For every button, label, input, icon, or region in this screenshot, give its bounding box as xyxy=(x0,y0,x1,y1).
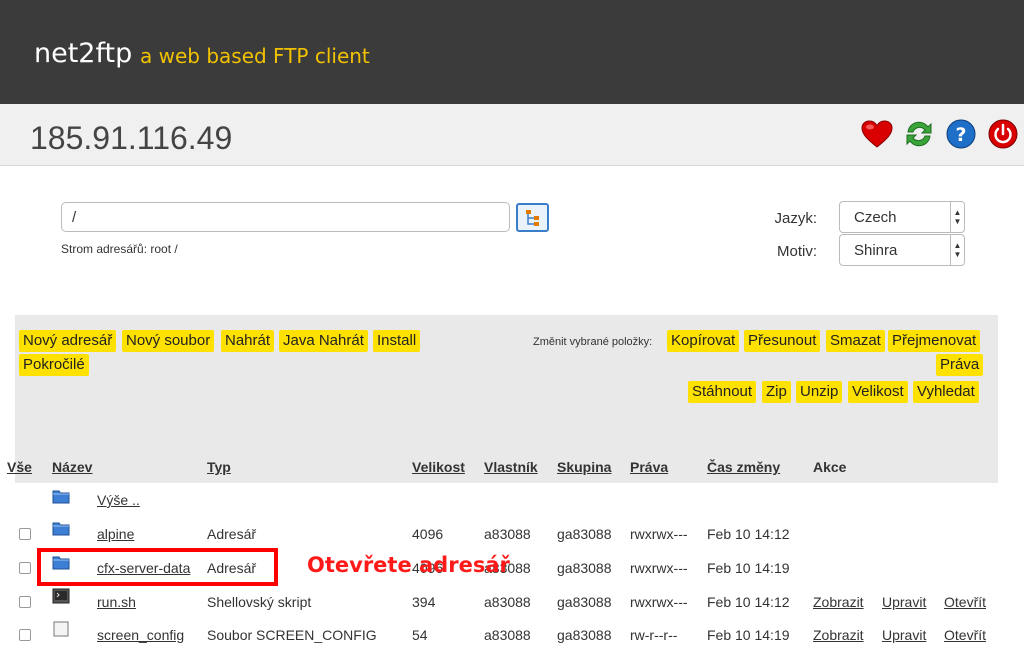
unzip-button[interactable]: Unzip xyxy=(796,381,843,403)
edit-link[interactable]: Upravit xyxy=(882,627,926,643)
download-button[interactable]: Stáhnout xyxy=(688,381,757,403)
file-group: ga83088 xyxy=(557,560,612,576)
edit-link[interactable]: Upravit xyxy=(882,594,926,610)
column-header-actions: Akce xyxy=(813,459,847,475)
row-checkbox[interactable] xyxy=(19,562,31,574)
file-type: Adresář xyxy=(207,526,257,542)
theme-label: Motiv: xyxy=(776,243,817,260)
new-file-button[interactable]: Nový soubor xyxy=(122,330,215,352)
bookmark-heart-icon[interactable] xyxy=(860,117,894,151)
folder-icon xyxy=(52,522,70,536)
theme-select[interactable]: Shinra ▲ ▼ xyxy=(839,234,965,266)
rename-button[interactable]: Přejmenovat xyxy=(888,330,981,352)
help-icon[interactable]: ? xyxy=(944,117,978,151)
brand-name: net2ftp xyxy=(34,38,133,69)
file-owner: a83088 xyxy=(484,594,531,610)
file-type: Shellovský skript xyxy=(207,594,312,610)
file-type: Soubor SCREEN_CONFIG xyxy=(207,627,377,643)
file-perms: rwxrwx--- xyxy=(630,560,688,576)
search-button[interactable]: Vyhledat xyxy=(913,381,979,403)
change-selected-label: Změnit vybrané položky: xyxy=(533,336,653,348)
top-icon-toolbar: ? xyxy=(860,117,1020,151)
file-name-link[interactable]: run.sh xyxy=(97,594,136,610)
file-size: 394 xyxy=(412,594,436,610)
install-button[interactable]: Install xyxy=(373,330,421,352)
open-link[interactable]: Otevřít xyxy=(944,594,986,610)
java-upload-button[interactable]: Java Nahrát xyxy=(279,330,368,352)
brand-tagline: a web based FTP client xyxy=(140,44,370,68)
chevron-down-icon: ▲ ▼ xyxy=(950,202,964,232)
column-header-group[interactable]: Skupina xyxy=(557,459,611,475)
language-selected-value: Czech xyxy=(854,209,897,226)
size-button[interactable]: Velikost xyxy=(848,381,908,403)
column-header-size[interactable]: Velikost xyxy=(412,459,465,475)
new-directory-button[interactable]: Nový adresář xyxy=(19,330,117,352)
move-button[interactable]: Přesunout xyxy=(744,330,821,352)
file-icon xyxy=(53,621,69,637)
folder-icon xyxy=(52,490,70,504)
delete-button[interactable]: Smazat xyxy=(826,330,885,352)
file-mtime: Feb 10 14:12 xyxy=(707,594,790,610)
logout-icon[interactable] xyxy=(986,117,1020,151)
column-header-owner[interactable]: Vlastník xyxy=(484,459,538,475)
refresh-icon[interactable] xyxy=(902,117,936,151)
file-size: 4096 xyxy=(412,526,444,542)
column-header-modified[interactable]: Čas změny xyxy=(707,459,780,475)
terminal-icon xyxy=(52,588,70,604)
row-checkbox[interactable] xyxy=(19,629,31,641)
upload-button[interactable]: Nahrát xyxy=(221,330,275,352)
file-size: 54 xyxy=(412,627,428,643)
row-checkbox[interactable] xyxy=(19,596,31,608)
copy-button[interactable]: Kopírovat xyxy=(667,330,740,352)
file-perms: rwxrwx--- xyxy=(630,594,688,610)
file-perms: rwxrwx--- xyxy=(630,526,688,542)
annotation-highlight-box xyxy=(37,548,278,586)
svg-text:?: ? xyxy=(955,124,966,146)
file-mtime: Feb 10 14:19 xyxy=(707,627,790,643)
column-header-name[interactable]: Název xyxy=(52,459,92,475)
directory-tree-breadcrumb: Strom adresářů: root / xyxy=(61,242,178,256)
annotation-text: Otevřete adresář xyxy=(307,553,510,577)
column-header-permissions[interactable]: Práva xyxy=(630,459,668,475)
file-group: ga83088 xyxy=(557,526,612,542)
file-group: ga83088 xyxy=(557,627,612,643)
parent-directory-link[interactable]: Výše .. xyxy=(97,492,140,508)
column-header-type[interactable]: Typ xyxy=(207,459,231,475)
advanced-button[interactable]: Pokročilé xyxy=(19,354,89,376)
directory-path-input[interactable]: / xyxy=(61,202,510,232)
file-group: ga83088 xyxy=(557,594,612,610)
permissions-button[interactable]: Práva xyxy=(936,354,984,376)
zip-button[interactable]: Zip xyxy=(762,381,791,403)
language-label: Jazyk: xyxy=(774,210,817,227)
file-owner: a83088 xyxy=(484,526,531,542)
open-link[interactable]: Otevřít xyxy=(944,627,986,643)
view-link[interactable]: Zobrazit xyxy=(813,627,864,643)
file-mtime: Feb 10 14:19 xyxy=(707,560,790,576)
theme-selected-value: Shinra xyxy=(854,242,898,259)
view-link[interactable]: Zobrazit xyxy=(813,594,864,610)
file-owner: a83088 xyxy=(484,627,531,643)
directory-tree-button[interactable] xyxy=(516,203,549,232)
tree-icon xyxy=(525,209,539,226)
file-mtime: Feb 10 14:12 xyxy=(707,526,790,542)
file-name-link[interactable]: screen_config xyxy=(97,627,184,643)
host-bar: 185.91.116.49 ? xyxy=(0,104,1024,166)
host-address: 185.91.116.49 xyxy=(30,120,233,156)
file-perms: rw-r--r-- xyxy=(630,627,678,643)
file-name-link[interactable]: alpine xyxy=(97,526,134,542)
column-header-all[interactable]: Vše xyxy=(7,459,32,475)
chevron-down-icon: ▲ ▼ xyxy=(950,235,964,265)
language-select[interactable]: Czech ▲ ▼ xyxy=(839,201,965,233)
app-header: net2ftp a web based FTP client xyxy=(0,0,1024,104)
row-checkbox[interactable] xyxy=(19,528,31,540)
